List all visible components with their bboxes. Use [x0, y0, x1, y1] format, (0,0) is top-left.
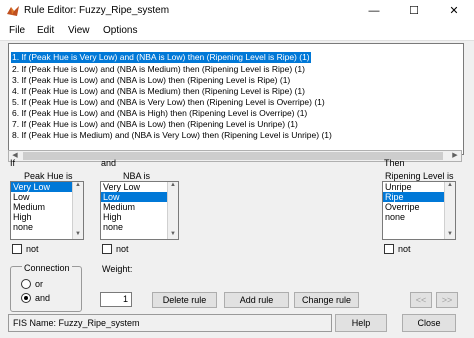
status-bar: FIS Name: Fuzzy_Ripe_system: [8, 314, 332, 332]
matlab-app-icon: [7, 6, 19, 16]
ripening-level-label: Ripening Level is: [385, 171, 454, 181]
and-label: and: [101, 158, 117, 168]
scroll-up-icon[interactable]: ▲: [168, 182, 178, 190]
change-rule-button[interactable]: Change rule: [294, 292, 359, 308]
rule-item[interactable]: 6. If (Peak Hue is Low) and (NBA is High…: [11, 108, 308, 119]
title-bar: Rule Editor: Fuzzy_Ripe_system — ☐ ✕: [0, 0, 474, 22]
delete-rule-button[interactable]: Delete rule: [152, 292, 217, 308]
rule-item[interactable]: 4. If (Peak Hue is Low) and (NBA is Medi…: [11, 86, 306, 97]
connection-label: Connection: [22, 263, 72, 273]
rule-item[interactable]: 2. If (Peak Hue is Low) and (NBA is Medi…: [11, 64, 306, 75]
minimize-button[interactable]: —: [354, 0, 394, 22]
scroll-right-icon[interactable]: ▶: [449, 151, 461, 161]
then-label: Then: [384, 158, 405, 168]
maximize-button[interactable]: ☐: [394, 0, 434, 22]
scroll-down-icon[interactable]: ▼: [445, 231, 455, 239]
scroll-thumb[interactable]: [23, 152, 443, 160]
rule-list[interactable]: 1. If (Peak Hue is Very Low) and (NBA is…: [8, 43, 464, 155]
not-label: not: [398, 244, 411, 254]
listbox-scrollbar[interactable]: ▲ ▼: [72, 182, 83, 239]
help-button[interactable]: Help: [335, 314, 387, 332]
previous-button[interactable]: <<: [410, 292, 432, 308]
or-radio[interactable]: [21, 279, 31, 289]
add-rule-button[interactable]: Add rule: [224, 292, 289, 308]
menu-bar: File Edit View Options: [0, 22, 474, 41]
rule-item[interactable]: 8. If (Peak Hue is Medium) and (NBA is V…: [11, 130, 333, 141]
or-label: or: [35, 279, 44, 289]
weight-label: Weight:: [102, 264, 133, 274]
scroll-down-icon[interactable]: ▼: [168, 231, 178, 239]
peak-hue-not-checkbox[interactable]: [12, 244, 22, 254]
menu-options[interactable]: Options: [103, 25, 137, 36]
fis-name-status: FIS Name: Fuzzy_Ripe_system: [13, 318, 140, 328]
rule-item[interactable]: 7. If (Peak Hue is Low) and (NBA is Low)…: [11, 119, 299, 130]
if-label: If: [10, 158, 16, 168]
menu-view[interactable]: View: [68, 25, 90, 36]
rule-item[interactable]: 5. If (Peak Hue is Low) and (NBA is Very…: [11, 97, 326, 108]
window-title: Rule Editor: Fuzzy_Ripe_system: [24, 5, 170, 16]
peak-hue-listbox[interactable]: Very Low Low Medium High none ▲ ▼: [10, 181, 84, 240]
close-window-button[interactable]: ✕: [434, 0, 474, 22]
not-label: not: [116, 244, 129, 254]
scroll-down-icon[interactable]: ▼: [73, 231, 83, 239]
listbox-scrollbar[interactable]: ▲ ▼: [167, 182, 178, 239]
and-option-label: and: [35, 293, 51, 303]
and-radio[interactable]: [21, 293, 31, 303]
close-button[interactable]: Close: [402, 314, 456, 332]
nba-listbox[interactable]: Very Low Low Medium High none ▲ ▼: [100, 181, 179, 240]
nba-label: NBA is: [123, 171, 151, 181]
scroll-up-icon[interactable]: ▲: [445, 182, 455, 190]
scroll-up-icon[interactable]: ▲: [73, 182, 83, 190]
menu-edit[interactable]: Edit: [37, 25, 54, 36]
nba-not-checkbox[interactable]: [102, 244, 112, 254]
rule-item[interactable]: 1. If (Peak Hue is Very Low) and (NBA is…: [11, 52, 311, 63]
listbox-scrollbar[interactable]: ▲ ▼: [444, 182, 455, 239]
output-not-checkbox[interactable]: [384, 244, 394, 254]
rule-item[interactable]: 3. If (Peak Hue is Low) and (NBA is Low)…: [11, 75, 291, 86]
menu-file[interactable]: File: [9, 25, 25, 36]
next-button[interactable]: >>: [436, 292, 458, 308]
not-label: not: [26, 244, 39, 254]
peak-hue-label: Peak Hue is: [24, 171, 73, 181]
ripening-level-listbox[interactable]: Unripe Ripe Overripe none ▲ ▼: [382, 181, 456, 240]
weight-input[interactable]: 1: [100, 292, 132, 307]
